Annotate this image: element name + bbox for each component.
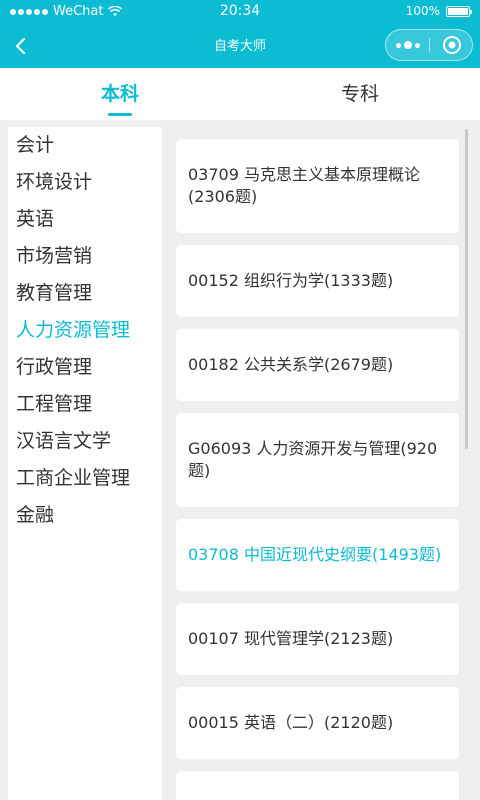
status-right: 100% [405,4,472,18]
course-list: 03709 马克思主义基本原理概论(2306题) 00152 组织行为学(133… [176,139,459,800]
course-card[interactable]: 00152 组织行为学(1333题) [176,245,459,317]
sidebar-item-administration[interactable]: 行政管理 [8,349,162,386]
sidebar-item-business-management[interactable]: 工商企业管理 [8,460,162,497]
course-label: 00152 组织行为学(1333题) [188,271,394,290]
course-card[interactable]: 00182 公共关系学(2679题) [176,329,459,401]
battery-fill [448,7,468,15]
course-card[interactable]: 03709 马克思主义基本原理概论(2306题) [176,139,459,233]
sidebar-item-human-resources[interactable]: 人力资源管理 [8,312,162,349]
course-label: 00107 现代管理学(2123题) [188,629,394,648]
course-label: 00015 英语（二）(2120题) [188,713,394,732]
sidebar-item-education-management[interactable]: 教育管理 [8,275,162,312]
more-dots-icon[interactable] [386,30,429,60]
sidebar-item-accounting[interactable]: 会计 [8,127,162,164]
tab-junior-college[interactable]: 专科 [240,68,480,120]
sidebar-item-finance[interactable]: 金融 [8,497,162,534]
course-card[interactable]: 03708 中国近现代史纲要(1493题) [176,519,459,591]
course-card[interactable]: G06093 人力资源开发与管理(920题) [176,413,459,507]
course-card[interactable]: 00107 现代管理学(2123题) [176,603,459,675]
capsule-menu [385,29,473,61]
course-label: 03708 中国近现代史纲要(1493题) [188,545,442,564]
sidebar-item-engineering-management[interactable]: 工程管理 [8,386,162,423]
sidebar-item-chinese-literature[interactable]: 汉语言文学 [8,423,162,460]
tab-undergraduate[interactable]: 本科 [0,68,240,120]
course-label: 03709 马克思主义基本原理概论(2306题) [188,165,420,206]
major-sidebar: 会计 环境设计 英语 市场营销 教育管理 人力资源管理 行政管理 工程管理 汉语… [8,127,162,800]
sidebar-item-marketing[interactable]: 市场营销 [8,238,162,275]
sidebar-item-english[interactable]: 英语 [8,201,162,238]
tab-bar: 本科 专科 [0,68,480,120]
course-card[interactable] [176,771,459,800]
course-card[interactable]: 00015 英语（二）(2120题) [176,687,459,759]
nav-bar: 自考大师 [0,24,480,68]
battery-percent: 100% [405,4,440,18]
battery-icon [446,5,472,17]
scrollbar-thumb[interactable] [465,129,468,449]
sidebar-item-environment-design[interactable]: 环境设计 [8,164,162,201]
status-bar: WeChat 20:34 100% [0,0,480,24]
target-circle-icon[interactable] [430,30,473,60]
course-label: 00182 公共关系学(2679题) [188,355,394,374]
course-label: G06093 人力资源开发与管理(920题) [188,439,438,480]
